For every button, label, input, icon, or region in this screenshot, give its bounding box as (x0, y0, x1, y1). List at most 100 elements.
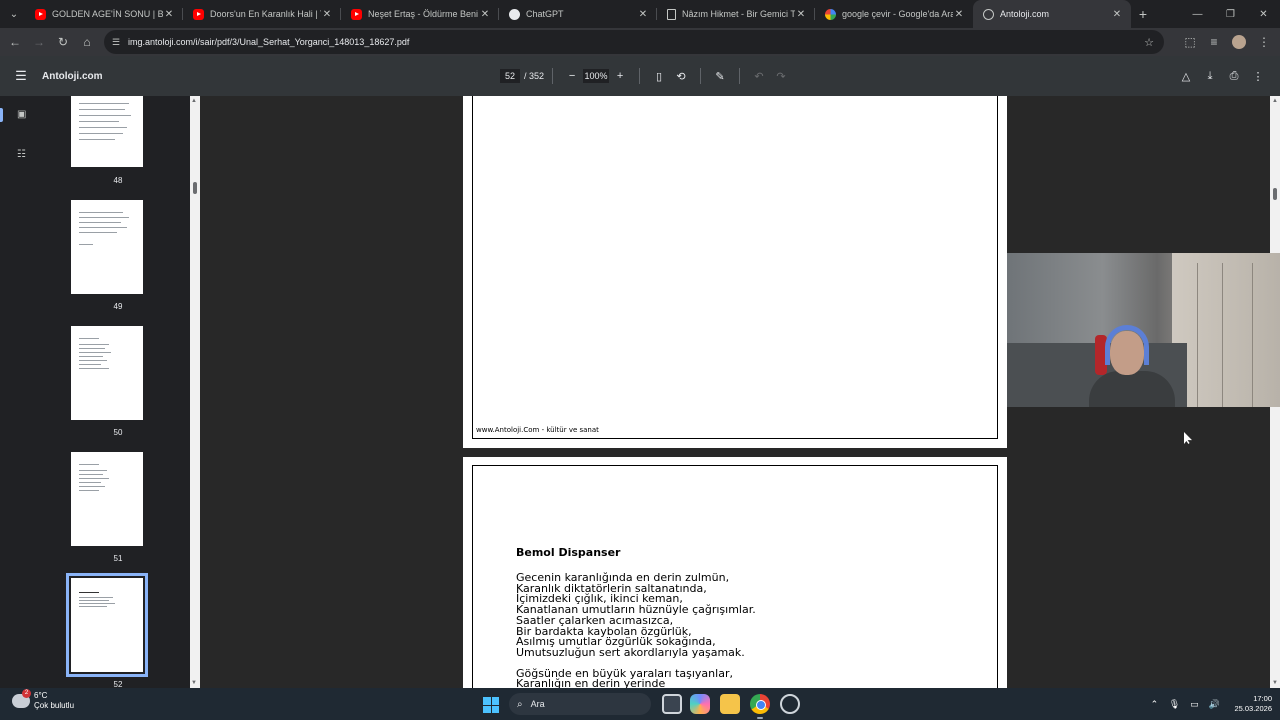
address-bar[interactable]: ☰ img.antoloji.com/i/sair/pdf/3/Unal_Ser… (104, 30, 1164, 54)
time: 17:00 (1253, 694, 1272, 703)
tab-title: ChatGPT (526, 9, 564, 19)
page-number-input[interactable]: 52 (500, 69, 520, 83)
fit-page-icon[interactable]: ▯ (648, 70, 670, 83)
tab-strip: ⌄ GOLDEN AGE'İN SONU | Bo ✕ Doors'un En … (0, 0, 1280, 28)
search-placeholder: Ara (530, 699, 545, 709)
close-icon[interactable]: ✕ (953, 9, 965, 20)
drive-icon[interactable]: △ (1174, 70, 1198, 83)
avatar[interactable] (1232, 35, 1246, 49)
network-icon[interactable]: ▭ (1184, 699, 1204, 710)
app-icon[interactable] (780, 694, 800, 714)
weather-desc: Çok bulutlu (34, 701, 75, 710)
download-icon[interactable]: ⤓ (1198, 70, 1222, 83)
tab-title: Antoloji.com (1000, 9, 1050, 19)
new-tab-button[interactable]: + (1131, 6, 1155, 22)
browser-tab[interactable]: Doors'un En Karanlık Hali | The ✕ (183, 0, 341, 28)
page-footer: www.Antoloji.Com - kültür ve sanat (476, 426, 599, 434)
tab-search-button[interactable]: ⌄ (3, 3, 25, 25)
page-thumbnail[interactable] (71, 96, 143, 167)
forward-arrow-icon[interactable]: → (27, 35, 51, 49)
media-controls-icon[interactable]: ≡ (1202, 35, 1226, 49)
zoom-input[interactable]: 100% (583, 69, 610, 83)
close-icon[interactable]: ✕ (163, 9, 175, 20)
poem-line: Umutsuzluğun sert akordlarıyla yaşamak. (516, 645, 745, 659)
site-info-icon[interactable]: ☰ (112, 37, 122, 47)
copilot-icon[interactable] (690, 694, 710, 714)
browser-tab[interactable]: Neşet Ertaş - Öldürme Beni ✕ (341, 0, 499, 28)
thumbnail-label: 49 (113, 302, 123, 311)
task-view-icon[interactable] (662, 694, 682, 714)
url-text: img.antoloji.com/i/sair/pdf/3/Unal_Serha… (128, 37, 410, 47)
browser-tab-active[interactable]: Antoloji.com ✕ (973, 0, 1131, 28)
taskbar: 2 6°C Çok bulutlu ⌕ Ara ⌃ 🎙 ▭ 🔊 17:00 25… (0, 688, 1280, 720)
bookmark-star-icon[interactable]: ☆ (1144, 36, 1154, 49)
rotate-icon[interactable]: ⟲ (670, 70, 692, 83)
redo-icon[interactable]: ↷ (770, 70, 792, 83)
taskbar-search[interactable]: ⌕ Ara (509, 693, 651, 715)
zoom-in-icon[interactable]: + (609, 70, 631, 82)
window-close-button[interactable]: ✕ (1247, 0, 1280, 28)
page-thumbnail[interactable] (71, 200, 143, 294)
tab-title: Nâzım Hikmet - Bir Gemici Türk (682, 9, 795, 19)
microphone-icon[interactable]: 🎙 (1164, 699, 1184, 710)
print-icon[interactable]: ⎙ (1222, 70, 1246, 83)
chevron-up-icon[interactable]: ⌃ (1144, 699, 1164, 710)
page-total: / 352 (524, 71, 545, 81)
thumbnail-scrollbar[interactable]: ▲ ▼ (190, 96, 200, 688)
maximize-button[interactable]: ❐ (1214, 0, 1247, 28)
pdf-page: www.Antoloji.Com - kültür ve sanat (463, 96, 1007, 448)
browser-tab[interactable]: Nâzım Hikmet - Bir Gemici Türk ✕ (657, 0, 815, 28)
browser-tab[interactable]: google çevir - Google'da Ara ✕ (815, 0, 973, 28)
windows-start-icon[interactable] (483, 697, 499, 713)
browser-tab[interactable]: ChatGPT ✕ (499, 0, 657, 28)
back-arrow-icon[interactable]: ← (3, 35, 27, 49)
undo-icon[interactable]: ↶ (748, 70, 770, 83)
pdf-title: Antoloji.com (42, 70, 103, 82)
browser-toolbar: ← → ↻ ⌂ ☰ img.antoloji.com/i/sair/pdf/3/… (0, 28, 1280, 56)
clock[interactable]: 17:00 25.03.2026 (1234, 694, 1272, 714)
file-explorer-icon[interactable] (720, 694, 740, 714)
menu-icon[interactable]: ☰ (0, 68, 42, 84)
weather-widget[interactable]: 2 6°C Çok bulutlu (12, 689, 75, 711)
poem-line: Karanlığın en derin yerinde (516, 677, 666, 688)
page-thumbnail[interactable] (71, 326, 143, 420)
thumbnail-panel: 48 49 50 51 52 (46, 96, 190, 688)
browser-tab[interactable]: GOLDEN AGE'İN SONU | Bo ✕ (25, 0, 183, 28)
close-icon[interactable]: ✕ (795, 9, 807, 20)
system-tray: ⌃ 🎙 ▭ 🔊 17:00 25.03.2026 (1144, 688, 1272, 720)
more-options-icon[interactable]: ⋮ (1246, 70, 1270, 83)
sidebar-rail: ▣ ☷ (0, 96, 46, 688)
youtube-icon (35, 8, 46, 20)
page-thumbnail[interactable] (71, 452, 143, 546)
close-icon[interactable]: ✕ (1111, 9, 1123, 20)
cloud-icon: 2 (12, 689, 31, 708)
outline-icon[interactable]: ☷ (17, 149, 26, 160)
chevron-down-icon: ⌄ (9, 8, 19, 20)
plus-icon: + (1138, 6, 1148, 22)
poem-title: Bemol Dispanser (516, 546, 621, 559)
webcam-overlay (1007, 253, 1280, 407)
extensions-icon[interactable]: ⬚ (1178, 35, 1202, 49)
close-icon[interactable]: ✕ (479, 9, 491, 20)
more-menu-icon[interactable]: ⋮ (1252, 35, 1276, 49)
tab-title: google çevir - Google'da Ara (842, 9, 953, 19)
thumbnail-label: 51 (113, 554, 123, 563)
page-thumbnail-selected[interactable] (66, 573, 148, 677)
youtube-icon (351, 8, 362, 20)
thumbnail-label: 52 (113, 680, 123, 688)
home-icon[interactable]: ⌂ (75, 35, 99, 49)
chrome-icon[interactable] (750, 694, 770, 714)
window-controls: — ❐ ✕ (1181, 0, 1280, 28)
thumbnails-icon[interactable]: ▣ (17, 109, 26, 120)
minimize-button[interactable]: — (1181, 0, 1214, 28)
close-icon[interactable]: ✕ (321, 9, 333, 20)
reload-icon[interactable]: ↻ (51, 35, 75, 49)
pdf-page: Bemol Dispanser Gecenin karanlığında en … (463, 457, 1007, 688)
zoom-out-icon[interactable]: − (561, 70, 583, 82)
annotate-icon[interactable]: ✎ (709, 70, 731, 83)
volume-icon[interactable]: 🔊 (1204, 699, 1224, 710)
weather-temp: 6°C (34, 691, 48, 700)
pdf-toolbar: ☰ Antoloji.com 52 / 352 − 100% + ▯ ⟲ ✎ ↶… (0, 56, 1280, 96)
close-icon[interactable]: ✕ (637, 9, 649, 20)
google-icon (825, 8, 836, 20)
